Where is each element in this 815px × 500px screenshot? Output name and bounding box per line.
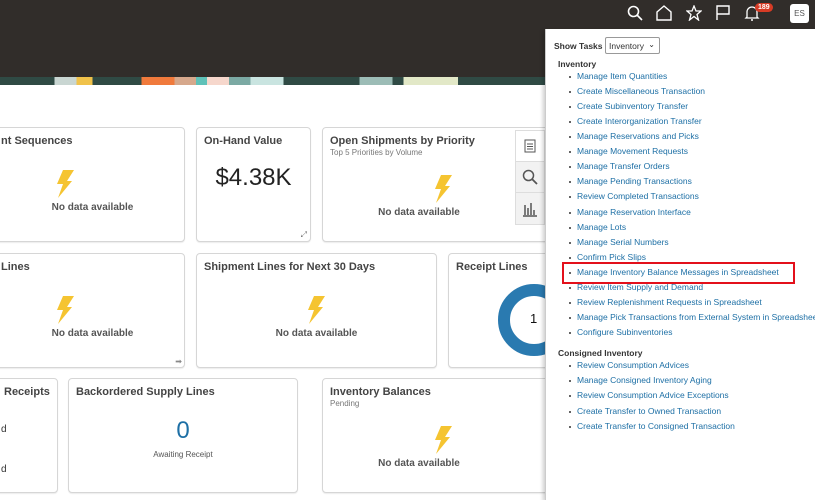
card-backordered-supply[interactable]: Backordered Supply Lines 0 Awaiting Rece… [68,378,298,493]
no-data-text: No data available [51,328,134,339]
show-tasks-select[interactable]: Inventory ⌄ [605,37,660,54]
receipts-row: d [1,424,7,435]
card-title: Backordered Supply Lines [76,386,215,398]
task-link[interactable]: Create Transfer to Consigned Transaction [569,421,735,431]
card-title: On-Hand Value [204,135,283,147]
card-inventory-balances[interactable]: Inventory Balances Pending No data avail… [322,378,562,493]
lightning-icon [57,296,74,324]
task-link[interactable]: Manage Movement Requests [568,146,688,156]
task-link[interactable]: Manage Reservations and Picks [569,131,699,141]
task-link[interactable]: Manage Consigned Inventory Aging [569,375,712,385]
document-icon[interactable] [516,131,544,162]
card-shipment-lines-30-days[interactable]: Shipment Lines for Next 30 Days No data … [196,253,437,368]
task-link[interactable]: Create Interorganization Transfer [569,116,702,126]
search-icon[interactable] [516,162,544,193]
card-title: Shipment Lines for Next 30 Days [204,261,376,273]
task-link[interactable]: Manage Pick Transactions from External S… [569,312,815,322]
user-avatar[interactable]: ES [790,4,809,23]
bar-chart-icon[interactable] [516,193,544,224]
no-data-text: No data available [378,458,460,469]
notification-badge: 189 [755,3,773,12]
task-link[interactable]: Create Miscellaneous Transaction [568,86,705,96]
arrow-right-icon[interactable]: ➡ [175,357,182,366]
card-title: Lines [1,261,30,273]
lightning-icon [57,170,74,198]
card-title: Inventory Balances [330,386,431,398]
no-data-text: No data available [275,328,358,339]
card-on-hand-value[interactable]: On-Hand Value $4.38K ⤢ [196,127,311,242]
task-link[interactable]: Create Subinventory Transfer [568,101,688,111]
task-link[interactable]: Configure Subinventories [568,327,672,337]
task-link[interactable]: Manage Item Quantities [568,71,667,81]
card-caption: Awaiting Receipt [153,450,213,459]
lightning-icon [435,426,452,454]
receipt-lines-count: 1 [530,311,538,326]
chevron-down-icon: ⌄ [648,40,655,49]
task-group-heading: Consigned Inventory [558,348,643,358]
favorites-star-icon[interactable] [684,3,704,23]
task-link[interactable]: Review Consumption Advice Exceptions [569,390,729,400]
card-subtitle: Top 5 Priorities by Volume [330,148,423,157]
task-link[interactable]: Manage Serial Numbers [569,237,669,247]
lightning-icon [435,175,452,203]
card-subtitle: Pending [330,399,360,408]
card-sequences[interactable]: nt Sequences No data available [0,127,185,242]
card-title: Receipts [4,386,50,398]
task-group-heading: Inventory [558,59,597,69]
lightning-icon [308,296,325,324]
task-link[interactable]: Review Replenishment Requests in Spreads… [569,297,762,307]
task-link[interactable]: Review Completed Transactions [569,191,699,201]
selected-value: Inventory [609,41,644,51]
highlight-box [562,262,795,284]
home-icon[interactable] [654,3,674,23]
task-link[interactable]: Confirm Pick Slips [569,252,646,262]
task-link[interactable]: Review Consumption Advices [569,360,689,370]
card-title: Receipt Lines [456,261,528,273]
task-link[interactable]: Manage Lots [568,222,626,232]
card-title: Open Shipments by Priority [330,135,475,147]
task-link[interactable]: Manage Pending Transactions [569,176,692,186]
no-data-text: No data available [51,202,134,213]
task-link[interactable]: Manage Transfer Orders [569,161,670,171]
card-title: nt Sequences [1,135,73,147]
flag-icon[interactable] [713,3,733,23]
task-link[interactable]: Manage Reservation Interface [569,207,691,217]
show-tasks-label: Show Tasks [554,41,603,51]
search-icon[interactable] [625,3,645,23]
backordered-count[interactable]: 0 [69,417,297,445]
no-data-text: No data available [378,207,460,218]
expand-icon[interactable]: ⤢ [301,230,307,240]
task-link[interactable]: Create Transfer to Owned Transaction [568,406,721,416]
card-receipts[interactable]: Receipts d d [0,378,58,493]
receipts-row: d [1,464,7,475]
banner-image [0,77,545,85]
side-toolbar [515,130,545,225]
card-lines[interactable]: Lines No data available ➡ [0,253,185,368]
on-hand-value: $4.38K [215,164,292,191]
